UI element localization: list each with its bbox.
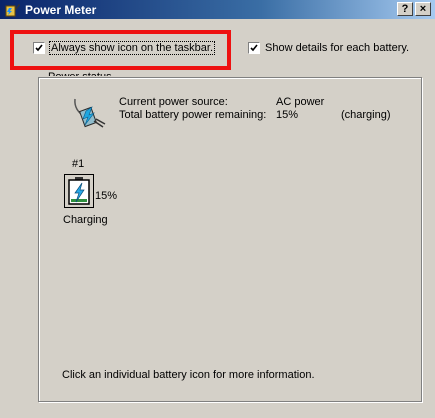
battery-remaining-value: 15%: [276, 109, 299, 121]
power-source-value: AC power: [276, 96, 325, 108]
window-title: Power Meter: [25, 3, 97, 17]
close-button[interactable]: ×: [415, 2, 431, 16]
power-meter-app-icon: [5, 4, 20, 17]
show-details-checkbox[interactable]: Show details for each battery.: [248, 42, 409, 54]
battery-charging-icon: [68, 177, 90, 205]
battery-number: #1: [72, 158, 85, 170]
checkbox-box[interactable]: [248, 42, 260, 54]
help-button[interactable]: ?: [397, 2, 413, 16]
show-details-label[interactable]: Show details for each battery.: [265, 42, 409, 54]
battery-status: Charging: [63, 214, 108, 226]
battery-remaining-state: (charging): [341, 109, 391, 121]
battery-percent: 15%: [95, 190, 118, 202]
power-source-label: Current power source:: [119, 96, 228, 108]
title-bar[interactable]: Power Meter ? ×: [0, 0, 435, 19]
checkmark-icon: [250, 44, 258, 52]
footer-hint-text: Click an individual battery icon for mor…: [62, 369, 315, 381]
power-plug-icon: [74, 98, 106, 128]
annotation-highlight-box: [10, 30, 231, 70]
battery-1-button[interactable]: [64, 174, 94, 208]
battery-remaining-label: Total battery power remaining:: [119, 109, 267, 121]
